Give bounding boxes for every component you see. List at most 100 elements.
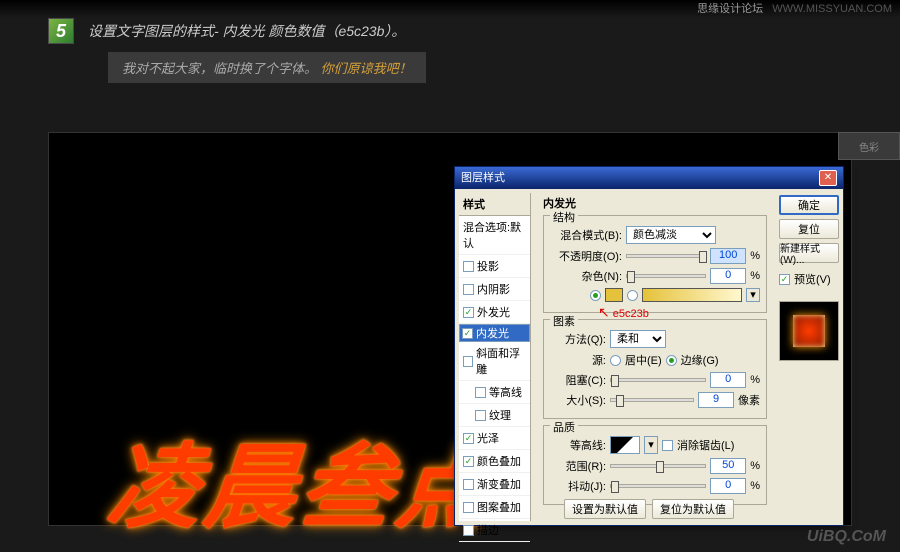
- noise-unit: %: [750, 270, 760, 282]
- contour-picker[interactable]: [610, 436, 640, 454]
- bottom-watermark: UiBQ.CoM: [807, 528, 886, 546]
- style-checkbox[interactable]: ✓: [463, 307, 474, 318]
- blend-mode-label: 混合模式(B):: [550, 227, 622, 243]
- style-checkbox[interactable]: [463, 525, 474, 536]
- style-checkbox[interactable]: [475, 410, 486, 421]
- dialog-settings-panel: 内发光 结构 混合模式(B): 颜色减淡 不透明度(O): 100 % 杂色(N…: [535, 189, 775, 525]
- style-item-label: 等高线: [489, 384, 522, 400]
- style-item-label: 内阴影: [477, 281, 510, 297]
- jitter-label: 抖动(J):: [550, 478, 606, 494]
- ok-button[interactable]: 确定: [779, 195, 839, 215]
- antialias-checkbox[interactable]: [662, 440, 673, 451]
- style-item-1[interactable]: 内阴影: [459, 278, 530, 301]
- panel-label: 色彩: [859, 139, 879, 154]
- author-note: 我对不起大家，临时换了个字体。 你们原谅我吧！: [108, 52, 426, 83]
- source-edge-radio[interactable]: [666, 355, 677, 366]
- size-value[interactable]: 9: [698, 392, 734, 408]
- opacity-unit: %: [750, 250, 760, 262]
- style-item-label: 光泽: [477, 430, 499, 446]
- quality-group-title: 品质: [550, 419, 578, 435]
- gradient-dropdown-icon[interactable]: ▾: [746, 288, 760, 302]
- ps-side-panel[interactable]: 色彩: [838, 132, 900, 160]
- opacity-slider[interactable]: [626, 254, 706, 258]
- dialog-titlebar[interactable]: 图层样式 ✕: [455, 167, 843, 189]
- style-item-label: 外发光: [477, 304, 510, 320]
- annotation-arrow-icon: ↖: [598, 304, 610, 320]
- dialog-right-panel: 确定 复位 新建样式(W)... ✓ 预览(V): [775, 189, 843, 525]
- style-item-label: 内发光: [476, 325, 509, 341]
- range-unit: %: [750, 460, 760, 472]
- style-checkbox[interactable]: ✓: [462, 328, 473, 339]
- elements-group-title: 图素: [550, 313, 578, 329]
- style-checkbox[interactable]: [463, 284, 474, 295]
- color-radio[interactable]: [590, 290, 601, 301]
- style-checkbox[interactable]: [463, 261, 474, 272]
- style-checkbox[interactable]: [463, 356, 473, 367]
- opacity-value[interactable]: 100: [710, 248, 746, 264]
- style-checkbox[interactable]: ✓: [463, 433, 474, 444]
- noise-slider[interactable]: [626, 274, 706, 278]
- style-item-8[interactable]: ✓颜色叠加: [459, 450, 530, 473]
- elements-group: 图素 方法(Q): 柔和 源: 居中(E) 边缘(G) 阻塞(C): 0 %: [543, 319, 767, 419]
- source-center-radio[interactable]: [610, 355, 621, 366]
- step-header: 5 设置文字图层的样式- 内发光 颜色数值（e5c23b）。: [48, 18, 405, 44]
- style-preview-thumbnail: [779, 301, 839, 361]
- quality-group: 品质 等高线: ▾ 消除锯齿(L) 范围(R): 50 % 抖动(J):: [543, 425, 767, 505]
- dialog-title: 图层样式: [461, 167, 505, 189]
- note-text-b: 你们原谅我吧！: [321, 61, 412, 76]
- choke-unit: %: [750, 374, 760, 386]
- glow-color-swatch[interactable]: [605, 288, 623, 302]
- glowing-text-preview: 凌晨叁点: [103, 413, 499, 546]
- noise-label: 杂色(N):: [550, 268, 622, 284]
- structure-group-title: 结构: [550, 209, 578, 225]
- style-item-0[interactable]: 投影: [459, 255, 530, 278]
- style-item-5[interactable]: 等高线: [459, 381, 530, 404]
- size-slider[interactable]: [610, 398, 694, 402]
- note-text-a: 我对不起大家，临时换了个字体。: [122, 61, 317, 76]
- site-name: 思缘设计论坛: [697, 3, 763, 15]
- close-icon[interactable]: ✕: [819, 170, 837, 186]
- blend-mode-select[interactable]: 颜色减淡: [626, 226, 716, 244]
- jitter-unit: %: [750, 480, 760, 492]
- style-item-7[interactable]: ✓光泽: [459, 427, 530, 450]
- style-checkbox[interactable]: ✓: [463, 456, 474, 467]
- jitter-slider[interactable]: [610, 484, 706, 488]
- style-item-10[interactable]: 图案叠加: [459, 496, 530, 519]
- reset-default-button[interactable]: 复位为默认值: [652, 499, 734, 519]
- noise-value[interactable]: 0: [710, 268, 746, 284]
- set-default-button[interactable]: 设置为默认值: [564, 499, 646, 519]
- contour-label: 等高线:: [550, 437, 606, 453]
- gradient-radio[interactable]: [627, 290, 638, 301]
- step-instruction: 设置文字图层的样式- 内发光 颜色数值（e5c23b）。: [88, 21, 405, 41]
- size-label: 大小(S):: [550, 392, 606, 408]
- style-item-label: 斜面和浮雕: [476, 345, 526, 377]
- contour-dropdown-icon[interactable]: ▾: [644, 436, 658, 454]
- style-item-label: 描边: [477, 522, 499, 538]
- style-item-9[interactable]: 渐变叠加: [459, 473, 530, 496]
- cancel-button[interactable]: 复位: [779, 219, 839, 239]
- style-item-2[interactable]: ✓外发光: [459, 301, 530, 324]
- choke-slider[interactable]: [610, 378, 706, 382]
- style-item-6[interactable]: 纹理: [459, 404, 530, 427]
- style-item-label: 投影: [477, 258, 499, 274]
- jitter-value[interactable]: 0: [710, 478, 746, 494]
- style-item-label: 颜色叠加: [477, 453, 521, 469]
- blend-options-default[interactable]: 混合选项:默认: [459, 216, 530, 255]
- source-edge-label: 边缘(G): [681, 352, 719, 368]
- new-style-button[interactable]: 新建样式(W)...: [779, 243, 839, 263]
- choke-label: 阻塞(C):: [550, 372, 606, 388]
- range-slider[interactable]: [610, 464, 706, 468]
- style-item-4[interactable]: 斜面和浮雕: [459, 342, 530, 381]
- glow-gradient-swatch[interactable]: [642, 288, 742, 302]
- style-checkbox[interactable]: [463, 479, 474, 490]
- technique-select[interactable]: 柔和: [610, 330, 666, 348]
- preview-checkbox[interactable]: ✓: [779, 274, 790, 285]
- choke-value[interactable]: 0: [710, 372, 746, 388]
- style-checkbox[interactable]: [463, 502, 474, 513]
- style-item-11[interactable]: 描边: [459, 519, 530, 542]
- preview-label: 预览(V): [794, 271, 831, 287]
- style-checkbox[interactable]: [475, 387, 486, 398]
- range-label: 范围(R):: [550, 458, 606, 474]
- range-value[interactable]: 50: [710, 458, 746, 474]
- style-item-3[interactable]: ✓内发光: [459, 324, 530, 342]
